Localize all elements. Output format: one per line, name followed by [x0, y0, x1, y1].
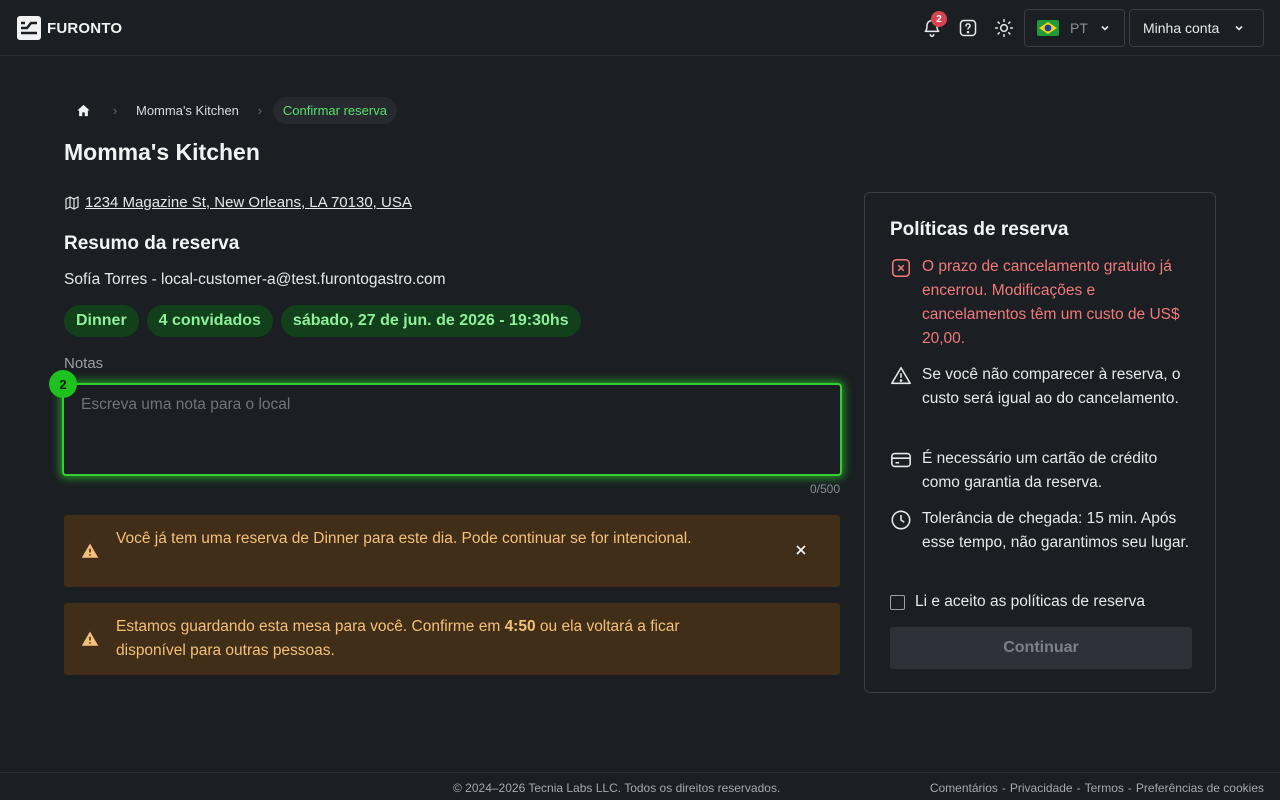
account-label: Minha conta — [1143, 20, 1220, 36]
hold-alert-text: Estamos guardando esta mesa para você. C… — [116, 615, 736, 663]
language-label: PT — [1070, 20, 1088, 36]
clock-icon — [891, 510, 911, 530]
notes-textarea[interactable] — [64, 385, 840, 474]
language-select[interactable]: PT — [1024, 9, 1125, 47]
help-icon — [959, 19, 977, 37]
footer-link-privacy[interactable]: Privacidade — [1010, 781, 1073, 795]
policy-text: Tolerância de chegada: 15 min. Após esse… — [922, 510, 1190, 551]
logo-text: FURONTO — [47, 19, 123, 37]
accept-policies-checkbox[interactable] — [890, 594, 905, 610]
policy-no-show: Se você não comparecer à reserva, o cust… — [890, 363, 1195, 411]
copyright: © 2024–2026 Tecnia Labs LLC. Todos os di… — [453, 781, 781, 795]
footer: © 2024–2026 Tecnia Labs LLC. Todos os di… — [0, 772, 1280, 800]
address: 1234 Magazine St, New Orleans, LA 70130,… — [64, 194, 412, 211]
logo-mark-icon — [17, 16, 41, 40]
home-icon — [76, 104, 90, 116]
summary-title: Resumo da reserva — [64, 233, 240, 254]
policies-title: Políticas de reserva — [890, 219, 1069, 240]
warning-icon — [81, 631, 99, 646]
notification-count-badge: 2 — [931, 11, 947, 27]
notes-label: Notas — [64, 355, 104, 372]
help-button[interactable] — [956, 16, 980, 40]
notes-char-counter: 0/500 — [809, 482, 840, 496]
close-icon[interactable] — [794, 543, 808, 557]
guests-chip: 4 convidados — [146, 305, 273, 337]
continue-button[interactable]: Continuar — [890, 627, 1192, 669]
duplicate-reservation-alert: Você já tem uma reserva de Dinner para e… — [64, 515, 840, 587]
reservation-chips: Dinner 4 convidados sábado, 27 de jun. d… — [64, 305, 581, 337]
footer-separator: - — [1001, 781, 1006, 795]
hold-countdown: 4:50 — [504, 618, 536, 635]
notes-field-wrapper — [62, 383, 842, 476]
breadcrumb: › Momma's Kitchen › Confirmar reserva — [64, 96, 397, 124]
policy-text: O prazo de cancelamento gratuito já ence… — [922, 258, 1180, 347]
customer-info: Sofía Torres - local-customer-a@test.fur… — [64, 271, 446, 288]
footer-separator: - — [1127, 781, 1132, 795]
breadcrumb-current: Confirmar reserva — [272, 96, 397, 124]
alert-triangle-icon — [891, 366, 911, 385]
address-link[interactable]: 1234 Magazine St, New Orleans, LA 70130,… — [85, 194, 412, 211]
policy-credit-card: É necessário um cartão de crédito como g… — [890, 447, 1195, 495]
datetime-chip: sábado, 27 de jun. de 2026 - 19:30hs — [280, 305, 581, 337]
footer-link-cookies[interactable]: Preferências de cookies — [1136, 781, 1264, 795]
policies-panel: Políticas de reserva O prazo de cancelam… — [864, 192, 1216, 693]
map-icon — [65, 195, 79, 210]
accept-policies-label: Li e aceito as políticas de reserva — [915, 593, 1146, 610]
footer-link-terms[interactable]: Termos — [1085, 781, 1124, 795]
breadcrumb-restaurant[interactable]: Momma's Kitchen — [128, 103, 247, 118]
chevron-right-icon: › — [257, 102, 263, 118]
policy-tolerance: Tolerância de chegada: 15 min. Após esse… — [890, 507, 1195, 555]
credit-card-icon — [891, 452, 911, 468]
x-square-icon — [891, 258, 911, 278]
breadcrumb-home[interactable] — [64, 103, 102, 118]
step-badge: 2 — [49, 370, 77, 398]
footer-separator: - — [1076, 781, 1081, 795]
account-menu-button[interactable]: Minha conta — [1129, 9, 1264, 47]
policy-cancellation: O prazo de cancelamento gratuito já ence… — [890, 255, 1195, 351]
warning-icon — [81, 543, 99, 558]
accept-policies-row[interactable]: Li e aceito as políticas de reserva — [890, 593, 1145, 611]
sun-icon — [994, 18, 1014, 38]
policy-text: É necessário um cartão de crédito como g… — [922, 450, 1158, 491]
footer-link-feedback[interactable]: Comentários — [930, 781, 998, 795]
chevron-down-icon — [1101, 25, 1109, 31]
page-title: Momma's Kitchen — [64, 139, 260, 165]
chevron-right-icon: › — [112, 102, 118, 118]
footer-links: Comentários - Privacidade - Termos - Pre… — [930, 781, 1264, 795]
chevron-down-icon — [1235, 25, 1243, 31]
shift-chip: Dinner — [64, 305, 139, 337]
table-hold-alert: Estamos guardando esta mesa para você. C… — [64, 603, 840, 675]
policy-text: Se você não comparecer à reserva, o cust… — [922, 366, 1181, 407]
top-bar: FURONTO 2 PT Minha conta — [0, 0, 1280, 56]
hold-text-before: Estamos guardando esta mesa para você. C… — [116, 618, 505, 635]
logo[interactable]: FURONTO — [17, 16, 122, 40]
brazil-flag-icon — [1037, 20, 1059, 36]
duplicate-alert-text: Você já tem uma reserva de Dinner para e… — [116, 530, 692, 547]
theme-toggle-button[interactable] — [992, 16, 1016, 40]
